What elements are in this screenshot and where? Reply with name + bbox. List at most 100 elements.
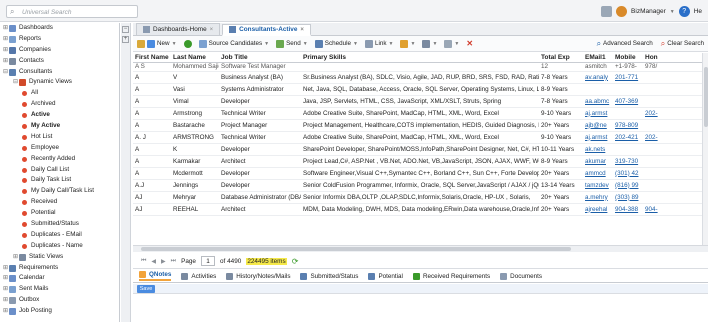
tab-received-requirements[interactable]: Received Requirements (412, 272, 490, 280)
table-cell[interactable]: 978-809 (613, 119, 643, 132)
table-cell[interactable] (583, 83, 613, 96)
sidebar-item-received[interactable]: Received (0, 197, 119, 208)
table-row[interactable]: A Mcdermott Developer Software Engineer,Vis… (133, 167, 708, 180)
close-icon[interactable]: × (300, 27, 304, 33)
tab-documents[interactable]: Documents (500, 272, 542, 280)
tab-submitted-status[interactable]: Submitted/Status (300, 272, 358, 280)
advanced-search-button[interactable]: ⌕ Advanced Search (597, 39, 653, 49)
expand-icon[interactable]: + (122, 36, 129, 43)
sidebar-item-reports[interactable]: ⊞ Reports (0, 34, 119, 45)
tree-toggle-icon[interactable]: ⊞ (2, 284, 9, 295)
table-cell[interactable] (643, 167, 708, 180)
table-cell[interactable]: aj.armst (583, 107, 613, 120)
tree-toggle-icon[interactable]: ⊞ (2, 306, 9, 317)
help-label[interactable]: He (694, 8, 702, 15)
table-cell[interactable]: 407-369 (613, 95, 643, 108)
sidebar-item-dynamic-views[interactable]: ⊟ Dynamic Views (0, 77, 119, 88)
table-cell[interactable]: 202-421 (613, 131, 643, 144)
table-cell[interactable] (643, 119, 708, 132)
table-cell[interactable] (613, 83, 643, 96)
table-cell[interactable]: a.mehry (583, 191, 613, 204)
column-header[interactable]: Total Exp (539, 53, 583, 63)
refresh-button[interactable] (183, 39, 192, 48)
table-row[interactable]: A K Developer SharePoint Developer, SharePo… (133, 143, 708, 156)
table-cell[interactable]: ak.nets (583, 143, 613, 156)
tab-activities[interactable]: Activities (181, 272, 216, 280)
table-row[interactable]: A. J ARMSTRONG Technical Writer Adobe Creat… (133, 131, 708, 144)
table-cell[interactable]: 904-388 (613, 203, 643, 216)
delete-button[interactable]: ✕ (466, 39, 473, 48)
user-name[interactable]: BizManager (631, 8, 666, 15)
grid-vertical-scrollbar[interactable] (702, 53, 708, 245)
sidebar-collapse-bar[interactable]: − + (121, 23, 131, 322)
sidebar-item-requirements[interactable]: ⊞ Requirements (0, 263, 119, 274)
help-icon[interactable]: ? (678, 6, 690, 17)
table-cell[interactable]: tamzdev (583, 179, 613, 192)
table-cell[interactable]: ammcd (583, 167, 613, 180)
copy-button[interactable]: ▼ (444, 39, 459, 48)
sidebar-item-static-views[interactable]: ⊞ Static Views (0, 252, 119, 263)
column-header[interactable]: Hon (643, 53, 708, 63)
clear-search-button[interactable]: ⌕ Clear Search (661, 39, 704, 49)
table-row[interactable]: A Armstrong Technical Writer Adobe Creative… (133, 107, 708, 120)
user-menu-chevron-icon[interactable]: ▼ (670, 9, 675, 15)
table-cell[interactable]: asmitch (583, 62, 613, 72)
collapse-icon[interactable]: − (122, 26, 129, 33)
save-button[interactable]: Save (137, 285, 155, 293)
sidebar-item-companies[interactable]: ⊞ Companies (0, 45, 119, 56)
link-button[interactable]: Link ▼ (364, 39, 393, 48)
table-cell[interactable]: aj.armst (583, 131, 613, 144)
table-row[interactable]: A Vimal Developer Java, JSP, Servlets, HTML… (133, 95, 708, 108)
sidebar-item-dashboards[interactable]: ⊞ Dashboards (0, 23, 119, 34)
table-row[interactable]: A Bastarache Project Manager Project Manage… (133, 119, 708, 132)
table-cell[interactable]: akumar (583, 155, 613, 168)
export-button[interactable]: ▼ (400, 39, 415, 48)
grid-horizontal-scrollbar[interactable] (133, 245, 708, 252)
next-page-icon[interactable]: ▶ (161, 258, 166, 265)
tree-toggle-icon[interactable]: ⊞ (2, 45, 9, 56)
table-cell[interactable]: 319-730 (613, 155, 643, 168)
scroll-thumb[interactable] (704, 67, 708, 127)
table-cell[interactable] (643, 179, 708, 192)
tree-toggle-icon[interactable]: ⊞ (2, 273, 9, 284)
tab-qnotes[interactable]: QNotes (139, 271, 172, 281)
column-header[interactable]: Job Title (219, 53, 301, 63)
sidebar-item-calendar[interactable]: ⊞ Calendar (0, 273, 119, 284)
table-row[interactable]: A V Business Analyst (BA) Sr.Business Analy… (133, 71, 708, 84)
sidebar-item-all[interactable]: All (0, 88, 119, 99)
table-row[interactable]: A Karmakar Architect Project Lead,C#, ASP.N… (133, 155, 708, 168)
column-header[interactable]: First Name (133, 53, 171, 63)
sidebar-item-potential[interactable]: Potential (0, 208, 119, 219)
sidebar-item-contacts[interactable]: ⊞ Contacts (0, 56, 119, 67)
tab-history-notes-mails[interactable]: History/Notes/Mails (226, 272, 290, 280)
table-cell[interactable]: 904- (643, 203, 708, 216)
sidebar-item-recently-added[interactable]: Recently Added (0, 154, 119, 165)
sidebar-item-sent-mails[interactable]: ⊞ Sent Mails (0, 284, 119, 295)
table-cell[interactable]: ajreehal (583, 203, 613, 216)
table-cell[interactable]: +1-978- (613, 62, 643, 72)
table-row[interactable]: A.J Jennings Developer Senior ColdFusion Pr… (133, 179, 708, 192)
sidebar-item-job-posting[interactable]: ⊞ Job Posting (0, 306, 119, 317)
table-cell[interactable] (643, 95, 708, 108)
table-cell[interactable] (643, 83, 708, 96)
table-cell[interactable]: av.analy (583, 71, 613, 84)
table-cell[interactable]: ajb@ne (583, 119, 613, 132)
table-cell[interactable]: 202- (643, 131, 708, 144)
table-cell[interactable] (613, 107, 643, 120)
table-cell[interactable]: 202- (643, 107, 708, 120)
tree-toggle-icon[interactable]: ⊟ (12, 77, 19, 88)
table-cell[interactable] (643, 143, 708, 156)
column-header[interactable]: Last Name (171, 53, 219, 63)
tree-toggle-icon[interactable]: ⊟ (2, 67, 9, 78)
table-cell[interactable]: (816) 99 (613, 179, 643, 192)
table-cell[interactable]: 978/ (643, 62, 708, 72)
scroll-thumb[interactable] (141, 247, 571, 251)
tree-toggle-icon[interactable]: ⊞ (2, 34, 9, 45)
table-cell[interactable]: (301) 42 (613, 167, 643, 180)
sidebar-item-duplicates-email[interactable]: Duplicates - EMail (0, 230, 119, 241)
last-page-icon[interactable]: ⏭ (171, 258, 176, 265)
new-button[interactable]: New ▼ (137, 39, 177, 48)
sidebar-item-consultants[interactable]: ⊟ Consultants (0, 67, 119, 78)
table-cell[interactable] (643, 155, 708, 168)
schedule-button[interactable]: Schedule ▼ (314, 39, 358, 48)
